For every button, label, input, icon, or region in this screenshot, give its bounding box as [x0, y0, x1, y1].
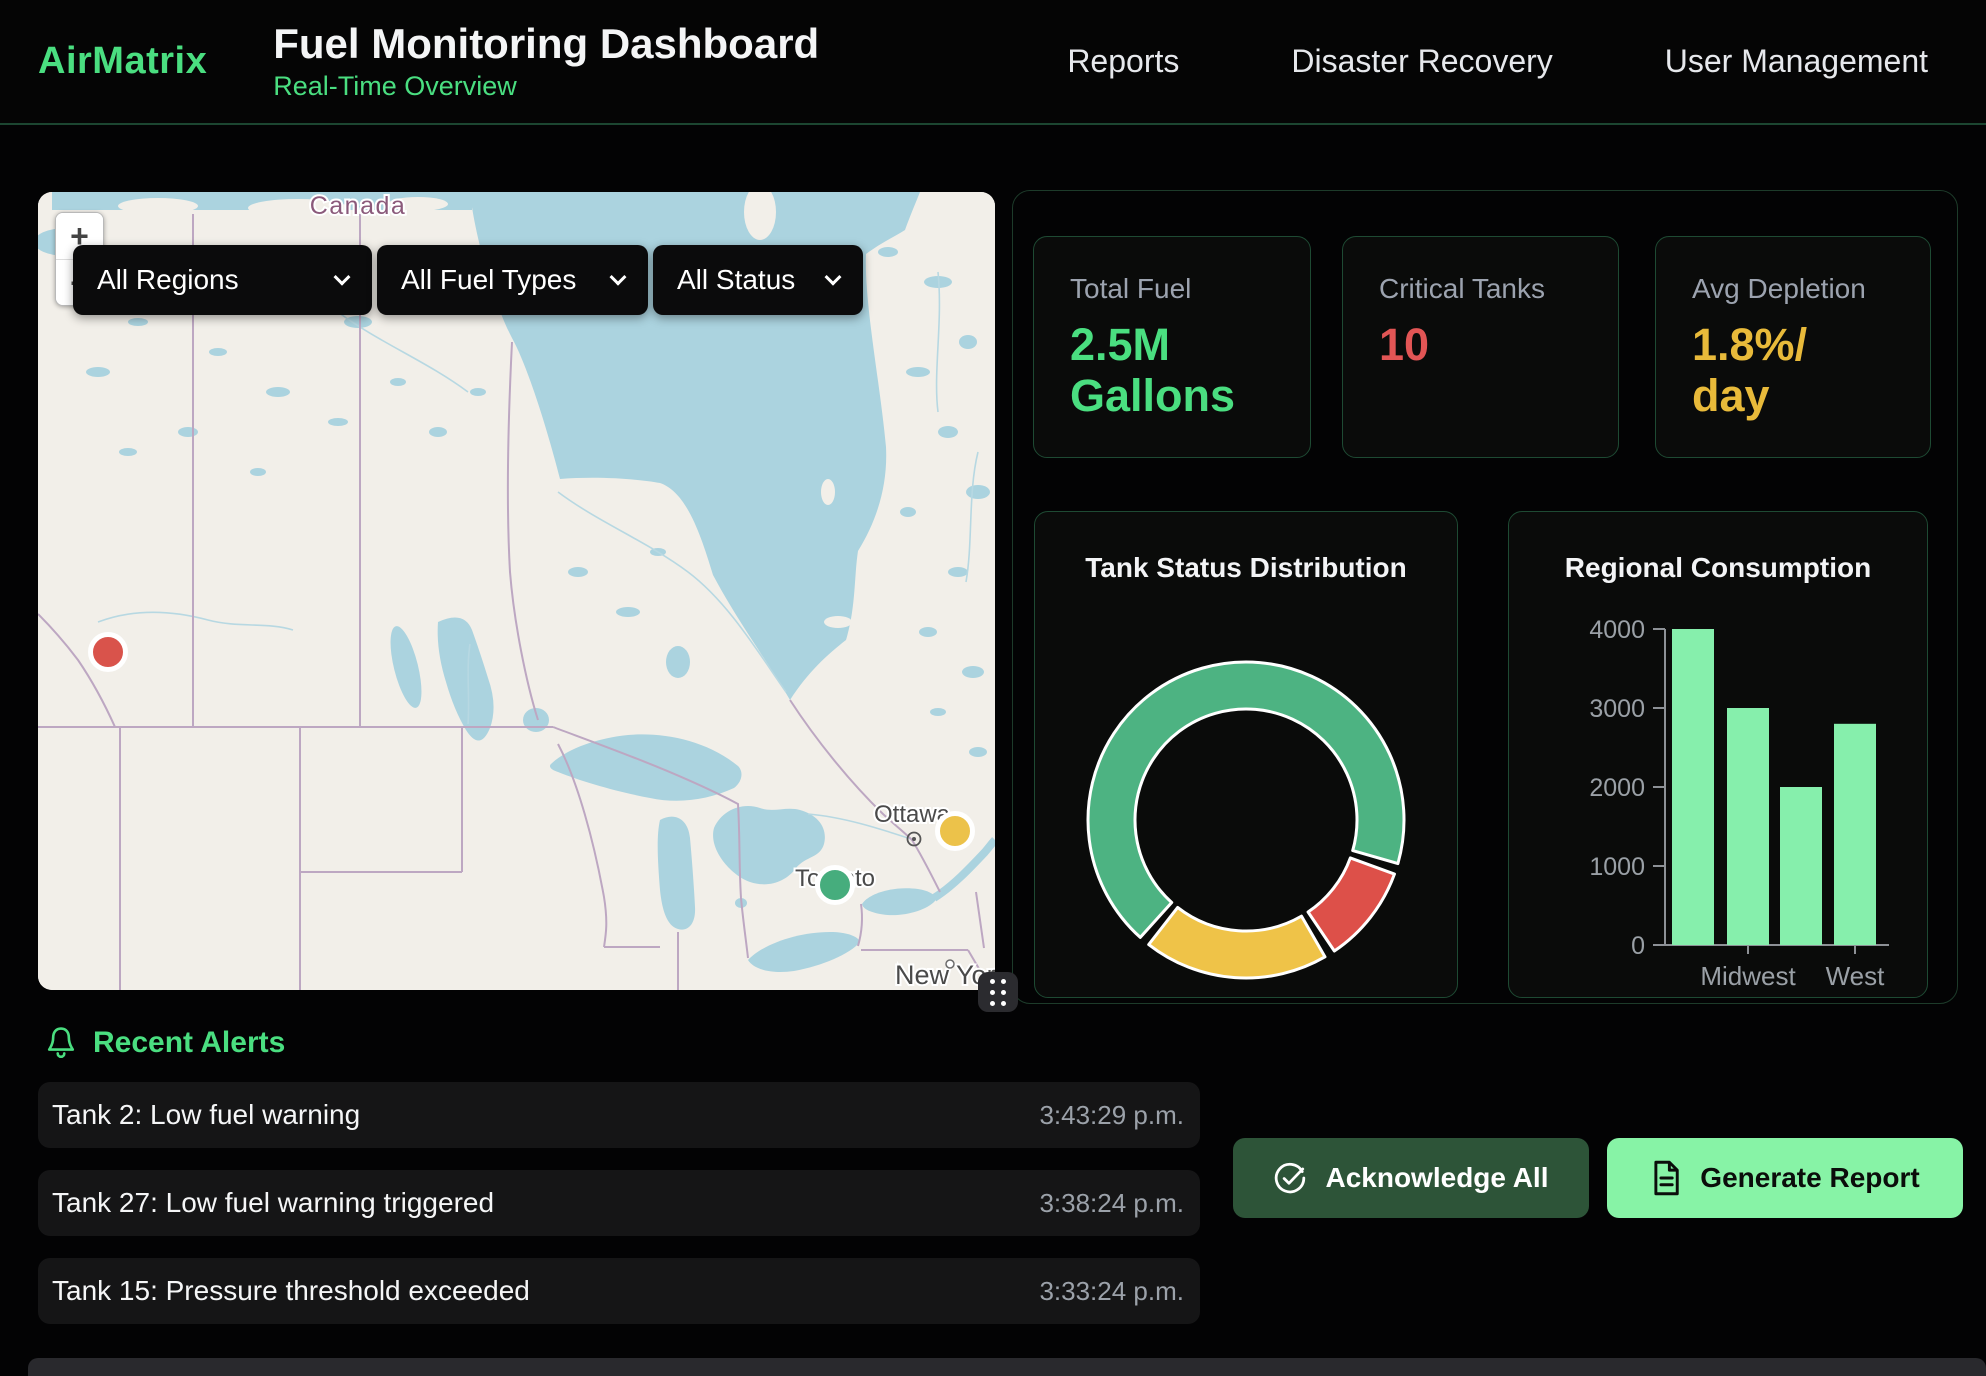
nav-reports[interactable]: Reports	[1067, 43, 1179, 80]
tank-marker[interactable]	[91, 635, 126, 670]
alert-time: 3:33:24 p.m.	[1039, 1276, 1184, 1307]
stat-card-avg-depletion: Avg Depletion 1.8%/day	[1655, 236, 1931, 458]
bar	[1780, 787, 1822, 945]
alert-time: 3:38:24 p.m.	[1039, 1188, 1184, 1219]
app-logo[interactable]: AirMatrix	[38, 40, 207, 83]
y-tick-label: 1000	[1589, 853, 1645, 881]
map-resize-handle[interactable]	[978, 972, 1018, 1012]
overview-panel: Total Fuel 2.5MGallons Critical Tanks 10…	[1012, 190, 1958, 1004]
stat-value: 2.5MGallons	[1070, 319, 1274, 422]
generate-report-button[interactable]: Generate Report	[1607, 1138, 1963, 1218]
stat-card-critical-tanks: Critical Tanks 10	[1342, 236, 1619, 458]
acknowledge-all-label: Acknowledge All	[1325, 1162, 1548, 1194]
status-filter-label: All Status	[677, 264, 795, 296]
alert-row[interactable]: Tank 15: Pressure threshold exceeded 3:3…	[38, 1258, 1200, 1324]
tank-status-chart-panel: Tank Status Distribution	[1034, 511, 1458, 998]
label-canada: Canada	[310, 192, 407, 220]
report-document-icon	[1650, 1160, 1682, 1196]
chevron-down-icon	[825, 269, 842, 286]
page-subtitle: Real-Time Overview	[273, 71, 819, 102]
status-filter-dropdown[interactable]: All Status	[653, 245, 863, 315]
page-title: Fuel Monitoring Dashboard	[273, 21, 819, 67]
chevron-down-icon	[610, 269, 627, 286]
tank-marker[interactable]	[938, 814, 973, 849]
nav-user-management[interactable]: User Management	[1665, 43, 1928, 80]
y-tick-label: 4000	[1589, 616, 1645, 644]
regional-consumption-chart-panel: Regional Consumption 01000200030004000Mi…	[1508, 511, 1928, 998]
bar	[1727, 708, 1769, 945]
y-tick-label: 3000	[1589, 695, 1645, 723]
fuel-monitoring-dashboard: AirMatrix Fuel Monitoring Dashboard Real…	[0, 0, 1986, 1376]
region-filter-dropdown[interactable]: All Regions	[73, 245, 372, 315]
y-tick-label: 0	[1631, 932, 1645, 960]
alert-text: Tank 2: Low fuel warning	[52, 1099, 360, 1131]
doughnut-segment	[1149, 907, 1325, 978]
alert-time: 3:43:29 p.m.	[1039, 1100, 1184, 1131]
stat-label: Total Fuel	[1070, 273, 1274, 305]
check-circle-icon	[1273, 1161, 1307, 1195]
alert-row[interactable]: Tank 2: Low fuel warning 3:43:29 p.m.	[38, 1082, 1200, 1148]
doughnut-segment	[1308, 858, 1394, 951]
tank-status-doughnut-chart	[1035, 512, 1458, 998]
x-tick-label: Midwest	[1700, 961, 1796, 991]
stat-card-total-fuel: Total Fuel 2.5MGallons	[1033, 236, 1311, 458]
acknowledge-all-button[interactable]: Acknowledge All	[1233, 1138, 1589, 1218]
map-filters: All Regions All Fuel Types All Status	[73, 245, 863, 315]
y-tick-label: 2000	[1589, 774, 1645, 802]
window-bottom-strip	[28, 1358, 1986, 1376]
map-canvas[interactable]: Canada Ottawa Toronto New York + − All R…	[38, 192, 995, 990]
bell-icon	[45, 1026, 77, 1060]
nav-disaster-recovery[interactable]: Disaster Recovery	[1291, 43, 1552, 80]
alert-row[interactable]: Tank 27: Low fuel warning triggered 3:38…	[38, 1170, 1200, 1236]
stat-value: 10	[1379, 319, 1582, 370]
stat-label: Avg Depletion	[1692, 273, 1894, 305]
regional-consumption-bar-chart: 0 1000 2000 3000 4000 Midwest West	[1509, 512, 1928, 998]
header: AirMatrix Fuel Monitoring Dashboard Real…	[0, 0, 1986, 125]
stat-value: 1.8%/day	[1692, 319, 1894, 422]
region-filter-label: All Regions	[97, 264, 239, 296]
chevron-down-icon	[334, 269, 351, 286]
x-tick-label: West	[1826, 961, 1886, 991]
alert-text: Tank 15: Pressure threshold exceeded	[52, 1275, 530, 1307]
stat-label: Critical Tanks	[1379, 273, 1582, 305]
alerts-header: Recent Alerts	[45, 1026, 285, 1060]
bar	[1834, 724, 1876, 945]
main-nav: Reports Disaster Recovery User Managemen…	[1067, 43, 1928, 80]
alert-text: Tank 27: Low fuel warning triggered	[52, 1187, 494, 1219]
tank-marker[interactable]	[818, 868, 853, 903]
generate-report-label: Generate Report	[1700, 1162, 1919, 1194]
fuel-type-filter-dropdown[interactable]: All Fuel Types	[377, 245, 648, 315]
alerts-title: Recent Alerts	[93, 1026, 285, 1060]
title-block: Fuel Monitoring Dashboard Real-Time Over…	[273, 21, 819, 102]
fuel-type-filter-label: All Fuel Types	[401, 264, 576, 296]
bar	[1672, 629, 1714, 945]
